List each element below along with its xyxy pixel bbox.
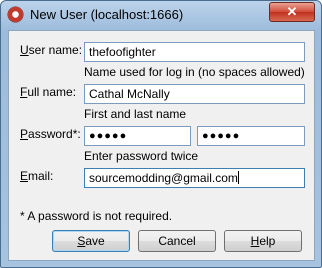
help-button[interactable]: Help bbox=[224, 230, 302, 252]
user-name-input[interactable]: thefoofighter bbox=[84, 42, 305, 62]
password-hint: Enter password twice bbox=[84, 149, 199, 163]
full-name-label: Full name: bbox=[20, 85, 77, 99]
save-button[interactable]: Save bbox=[52, 230, 130, 252]
title-bar[interactable]: New User (localhost:1666) ✕ bbox=[1, 1, 321, 29]
password-confirm-input[interactable]: ●●●●● bbox=[197, 126, 305, 146]
window-title: New User (localhost:1666) bbox=[30, 7, 184, 22]
password-note: * A password is not required. bbox=[20, 209, 173, 223]
email-label: Email: bbox=[20, 169, 54, 183]
password-input[interactable]: ●●●●● bbox=[84, 126, 191, 146]
cancel-button[interactable]: Cancel bbox=[138, 230, 216, 252]
form-panel: User name: thefoofighter Name used for l… bbox=[8, 30, 315, 261]
close-button[interactable]: ✕ bbox=[269, 2, 315, 22]
password-label: Password*: bbox=[20, 127, 81, 141]
close-icon: ✕ bbox=[286, 4, 298, 19]
user-name-label: User name: bbox=[20, 43, 83, 57]
email-input[interactable]: sourcemodding@gmail.com bbox=[84, 168, 305, 188]
text-caret bbox=[237, 171, 239, 184]
app-icon bbox=[8, 7, 23, 22]
new-user-dialog: New User (localhost:1666) ✕ User name: t… bbox=[0, 0, 322, 268]
full-name-input[interactable]: Cathal McNally bbox=[84, 84, 305, 104]
user-name-hint: Name used for log in (no spaces allowed) bbox=[84, 65, 305, 79]
full-name-hint: First and last name bbox=[84, 107, 187, 121]
